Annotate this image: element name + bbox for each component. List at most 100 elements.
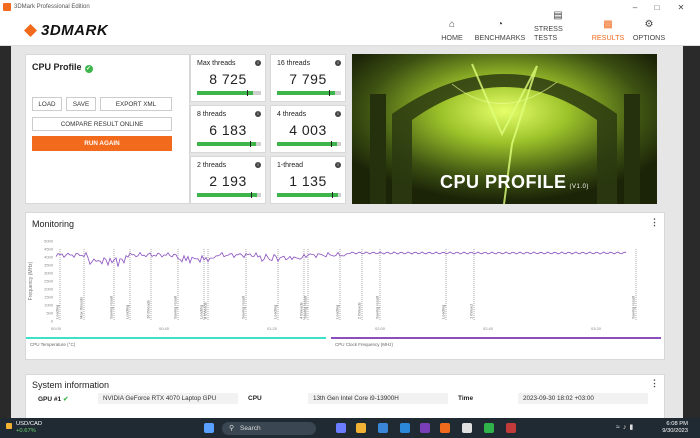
- legend-frequency-label: CPU Clock Frequency (MHz): [335, 342, 394, 347]
- sysinfo-menu-icon[interactable]: ⋮: [650, 378, 659, 389]
- marker-label: Loading: [125, 305, 130, 319]
- left-background-strip: [0, 46, 11, 418]
- y-axis-label: Frequency (MHz): [28, 261, 34, 300]
- marker-label: 2 threads: [357, 302, 362, 319]
- score-card: 4 threads i 4 003: [270, 105, 346, 153]
- system-tray[interactable]: ≈♪▮: [616, 423, 636, 431]
- y-tick-label: 3000: [44, 271, 54, 276]
- stock-icon: [6, 423, 12, 429]
- monitoring-chart: Frequency (MHz)5000450040003500300025002…: [26, 239, 661, 347]
- app-header: 3DMARK ⌂ HOME ◔ BENCHMARKS ▤ STRESS TESTS ▩…: [0, 10, 700, 46]
- score-bar-fill: [197, 91, 254, 95]
- nav-stress-tests[interactable]: ▤ STRESS TESTS: [534, 10, 582, 46]
- time-value: 2023-09-30 18:02 +03:00: [518, 393, 648, 404]
- start-icon[interactable]: [204, 423, 214, 433]
- monitoring-title: Monitoring: [32, 219, 75, 229]
- export-xml-button[interactable]: EXPORT XML: [100, 97, 172, 111]
- banner-version: (V1.0): [569, 184, 589, 190]
- sysinfo-title: System information: [32, 380, 110, 390]
- x-tick-label: 02:40: [483, 326, 494, 331]
- score-label: Max threads: [197, 60, 236, 67]
- info-icon[interactable]: i: [255, 162, 261, 168]
- score-bar-marker: [247, 90, 249, 96]
- score-bar: [277, 141, 341, 147]
- score-bar-marker: [331, 192, 333, 198]
- info-icon[interactable]: i: [335, 111, 341, 117]
- score-bar-fill: [277, 91, 335, 95]
- score-card: 16 threads i 7 795: [270, 54, 346, 102]
- nav-label: STRESS TESTS: [534, 24, 563, 42]
- taskbar: USD/CAD +0.67% ⚲ Search ≈♪▮ 6:08 PM 9/30/…: [0, 418, 700, 438]
- app-icon[interactable]: [462, 423, 472, 433]
- info-icon[interactable]: i: [335, 60, 341, 66]
- file-explorer-icon[interactable]: [356, 423, 366, 433]
- task-view-icon[interactable]: [336, 423, 346, 433]
- y-tick-label: 500: [46, 311, 53, 316]
- check-icon: ✔: [62, 396, 69, 403]
- stress-tests-icon: ▤: [553, 10, 563, 21]
- score-card: Max threads i 8 725: [190, 54, 266, 102]
- x-tick-label: 01:20: [267, 326, 278, 331]
- marker-label: 8 threads: [203, 302, 208, 319]
- y-tick-label: 3500: [44, 263, 54, 268]
- y-tick-label: 4500: [44, 247, 54, 252]
- load-button[interactable]: LOAD: [32, 97, 62, 111]
- nav-label: RESULTS: [591, 33, 625, 42]
- score-bar: [277, 90, 341, 96]
- score-bar-marker: [330, 141, 332, 147]
- legend-temperature-swatch: [26, 337, 326, 339]
- y-tick-label: 4000: [44, 255, 54, 260]
- time-label: Time: [458, 395, 474, 402]
- marker-label: Loading: [273, 305, 278, 319]
- nav-home[interactable]: ⌂ HOME: [440, 16, 464, 46]
- edge-browser-icon[interactable]: [378, 423, 388, 433]
- cpu-value: 13th Gen Intel Core i9-13900H: [308, 393, 448, 404]
- wifi-icon: ≈: [616, 424, 623, 431]
- score-value: 4 003: [289, 122, 327, 138]
- app-icon[interactable]: [506, 423, 516, 433]
- score-label: 1-thread: [277, 162, 304, 169]
- app-icon[interactable]: [484, 423, 494, 433]
- score-bar-fill: [277, 142, 337, 146]
- home-icon: ⌂: [448, 19, 456, 30]
- y-tick-label: 0: [51, 319, 54, 324]
- score-label: 16 threads: [277, 60, 311, 67]
- banner-title-text: CPU PROFILE: [440, 172, 567, 192]
- cpu-profile-banner: CPU PROFILE (V1.0): [352, 54, 657, 204]
- taskbar-search[interactable]: ⚲ Search: [222, 422, 316, 435]
- store-icon[interactable]: [420, 423, 430, 433]
- save-button[interactable]: SAVE: [66, 97, 96, 111]
- score-bar: [197, 90, 261, 96]
- info-icon[interactable]: i: [255, 60, 261, 66]
- marker-label: Saving result: [241, 295, 246, 319]
- run-again-button[interactable]: RUN AGAIN: [32, 136, 172, 151]
- nav-benchmarks[interactable]: ◔ BENCHMARKS: [474, 16, 526, 46]
- compare-online-button[interactable]: COMPARE RESULT ONLINE: [32, 117, 172, 131]
- brand-logo[interactable]: 3DMARK: [24, 22, 108, 39]
- y-tick-label: 5000: [44, 239, 54, 244]
- app-window: 3DMark Professional Edition – □ ✕ 3DMARK…: [0, 0, 700, 418]
- info-icon[interactable]: i: [335, 162, 341, 168]
- nav-label: BENCHMARKS: [474, 33, 526, 42]
- mail-icon[interactable]: [400, 423, 410, 433]
- close-button[interactable]: ✕: [668, 0, 694, 14]
- stock-widget[interactable]: USD/CAD +0.67%: [6, 421, 42, 435]
- benchmarks-icon: ◔: [496, 19, 504, 30]
- taskbar-clock[interactable]: 6:08 PM 9/30/2023: [662, 421, 688, 435]
- 3dmark-taskbar-icon[interactable]: [440, 423, 450, 433]
- monitoring-menu-icon[interactable]: ⋮: [650, 217, 659, 228]
- results-content: CPU Profile ✓ LOAD SAVE EXPORT XML COMPAR…: [11, 46, 683, 418]
- marker-label: 1 thread: [469, 304, 474, 319]
- score-bar-fill: [277, 193, 338, 197]
- marker-label: 16 threads: [146, 300, 151, 319]
- score-bar-marker: [251, 192, 253, 198]
- maximize-button[interactable]: □: [644, 0, 670, 14]
- info-icon[interactable]: i: [255, 111, 261, 117]
- score-label: 4 threads: [277, 111, 307, 118]
- score-bar-fill: [197, 142, 256, 146]
- nav-label: OPTIONS: [632, 33, 666, 42]
- nav-options[interactable]: ⚙ OPTIONS: [632, 16, 666, 46]
- gpu-label-text: GPU #1: [38, 396, 62, 403]
- nav-results[interactable]: ▩ RESULTS: [591, 16, 625, 46]
- nav-label: HOME: [441, 33, 463, 42]
